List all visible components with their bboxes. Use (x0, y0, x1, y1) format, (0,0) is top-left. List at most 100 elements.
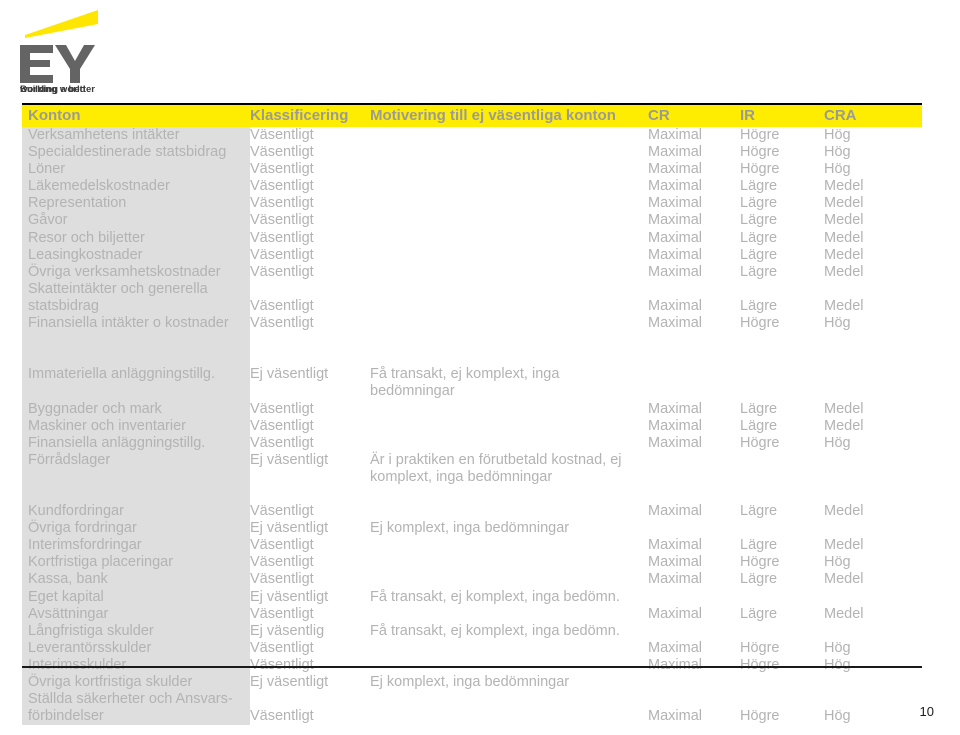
cell-cra: Hög (824, 161, 851, 178)
cell-klassificering: Väsentligt (250, 246, 314, 263)
table-row: Finansiella anläggningstillg. Väsentligt … (22, 434, 922, 452)
table-row: Skatteintäkter och generella (22, 280, 922, 298)
cell-klassificering: Ej väsentlig (250, 622, 325, 639)
cell-konto (22, 468, 250, 486)
cell-ir (740, 469, 824, 486)
table-inner-gap (22, 485, 922, 504)
table-row: Leverantörsskulder Väsentligt Maximal Högr… (22, 639, 922, 657)
cell-ir: Högre (740, 144, 780, 161)
cell-motivering (370, 503, 648, 520)
cell-klassificering: Väsentligt (250, 400, 314, 417)
cell-klassificering: Väsentligt (250, 178, 314, 195)
cell-cr: Maximal (648, 605, 702, 622)
cell-ir: Högre (740, 161, 780, 178)
cell-konto: Specialdestinerade statsbidrag (22, 144, 250, 162)
table-row: Kortfristiga placeringar Väsentligt Maxim… (22, 554, 922, 572)
cell-klassificering: Väsentligt (250, 195, 314, 212)
table-row: Specialdestinerade statsbidrag Väsentligt… (22, 144, 922, 162)
cell-ir: Lägre (740, 605, 778, 622)
cell-motivering (370, 435, 648, 452)
table-row: Övriga kortfristiga skulder Ej väsentligt… (22, 674, 922, 692)
cell-ir: Lägre (740, 195, 778, 212)
cell-motivering (370, 127, 648, 144)
cell-cra: Medel (824, 246, 864, 263)
cell-motivering (370, 195, 648, 212)
cell-klassificering: Väsentligt (250, 503, 314, 520)
cell-ir (740, 366, 824, 400)
cell-klassificering: Väsentligt (250, 639, 314, 656)
cell-motivering (370, 606, 648, 623)
table-row: Maskiner och inventarier Väsentligt Maxim… (22, 417, 922, 435)
cell-klassificering: Ej väsentligt (250, 451, 329, 468)
cell-ir: Lägre (740, 263, 778, 280)
column-header-cra: CRA (824, 103, 922, 127)
cell-motivering (370, 230, 648, 247)
cell-motivering: Få transakt, ej komplext, inga bedömn. (370, 588, 620, 605)
cell-cr: Maximal (648, 571, 702, 588)
cell-konto: Interimsfordringar (22, 537, 250, 555)
cell-cra: Medel (824, 605, 864, 622)
cell-cra: Medel (824, 503, 864, 520)
cell-motivering (370, 178, 648, 195)
cell-cra (824, 281, 922, 298)
cell-klassificering (250, 281, 370, 298)
ey-logo-svg: Building a better (20, 10, 98, 95)
cell-ir: Lägre (740, 212, 778, 229)
table-row: Långfristiga skulder Ej väsentlig Få trans… (22, 622, 922, 640)
table-row: statsbidrag Väsentligt Maximal Lägre Medel (22, 297, 922, 316)
cell-cr: Maximal (648, 315, 702, 332)
cell-cr: Maximal (648, 144, 702, 161)
cell-konto: Kassa, bank (22, 571, 250, 589)
cell-klassificering: Väsentligt (250, 144, 314, 161)
accounts-table: Konton Klassificering Motivering till ej… (22, 103, 922, 726)
cell-motivering (370, 537, 648, 554)
cell-ir: Lägre (740, 178, 778, 195)
cell-konto: Eget kapital (22, 588, 250, 606)
cell-klassificering: Ej väsentligt (250, 674, 329, 690)
table-row: Leasingkostnader Väsentligt Maximal Lägre M… (22, 246, 922, 264)
cell-ir: Lägre (740, 297, 778, 314)
cell-cra (824, 520, 922, 537)
cell-konto: Läkemedelskostnader (22, 178, 250, 196)
table-row: Finansiella intäkter o kostnader Väsentli… (22, 315, 922, 333)
cell-ir: Lägre (740, 537, 778, 554)
cell-konto: Övriga kortfristiga skulder (22, 674, 250, 692)
cell-cr: Maximal (648, 263, 702, 280)
table-row: Löner Väsentligt Maximal Högre Hög (22, 161, 922, 179)
cell-ir: Högre (740, 315, 780, 332)
table-group-gap (22, 332, 922, 350)
cell-motivering: Ej komplext, inga bedömningar (370, 674, 570, 690)
cell-klassificering: Ej väsentligt (250, 366, 329, 383)
table-row: Kassa, bank Väsentligt Maximal Lägre Medel (22, 571, 922, 589)
table-row: Immateriella anläggningstillg. Ej väsentl… (22, 366, 922, 401)
cell-cr: Maximal (648, 639, 702, 656)
cell-ir: Högre (740, 708, 780, 725)
cell-cra (824, 469, 922, 486)
cell-ir (740, 623, 824, 640)
cell-motivering (370, 418, 648, 435)
cell-motivering (370, 298, 648, 315)
cell-klassificering: Väsentligt (250, 315, 314, 332)
cell-cr (648, 281, 740, 298)
cell-konto: Verksamhetens intäkter (22, 127, 250, 145)
table-row: Interimsfordringar Väsentligt Maximal Lägr… (22, 537, 922, 555)
column-header-ir: IR (740, 103, 824, 127)
cell-motivering (370, 401, 648, 418)
cell-cra: Medel (824, 297, 864, 314)
cell-klassificering (250, 691, 370, 708)
cell-cr (648, 623, 740, 640)
column-header-konton: Konton (22, 103, 250, 127)
cell-cr: Maximal (648, 417, 702, 434)
cell-cra (824, 452, 922, 469)
ey-beam-icon (25, 10, 98, 38)
cell-cr: Maximal (648, 178, 702, 195)
cell-cra: Medel (824, 263, 864, 280)
cell-konto: Resor och biljetter (22, 229, 250, 247)
cell-ir: Lägre (740, 503, 778, 520)
ey-letter-e-icon (20, 45, 53, 83)
cell-ir: Lägre (740, 229, 778, 246)
cell-cr: Maximal (648, 212, 702, 229)
cell-konto: Övriga verksamhetskostnader (22, 263, 250, 281)
cell-cra: Hög (824, 144, 851, 161)
cell-cr (648, 520, 740, 537)
